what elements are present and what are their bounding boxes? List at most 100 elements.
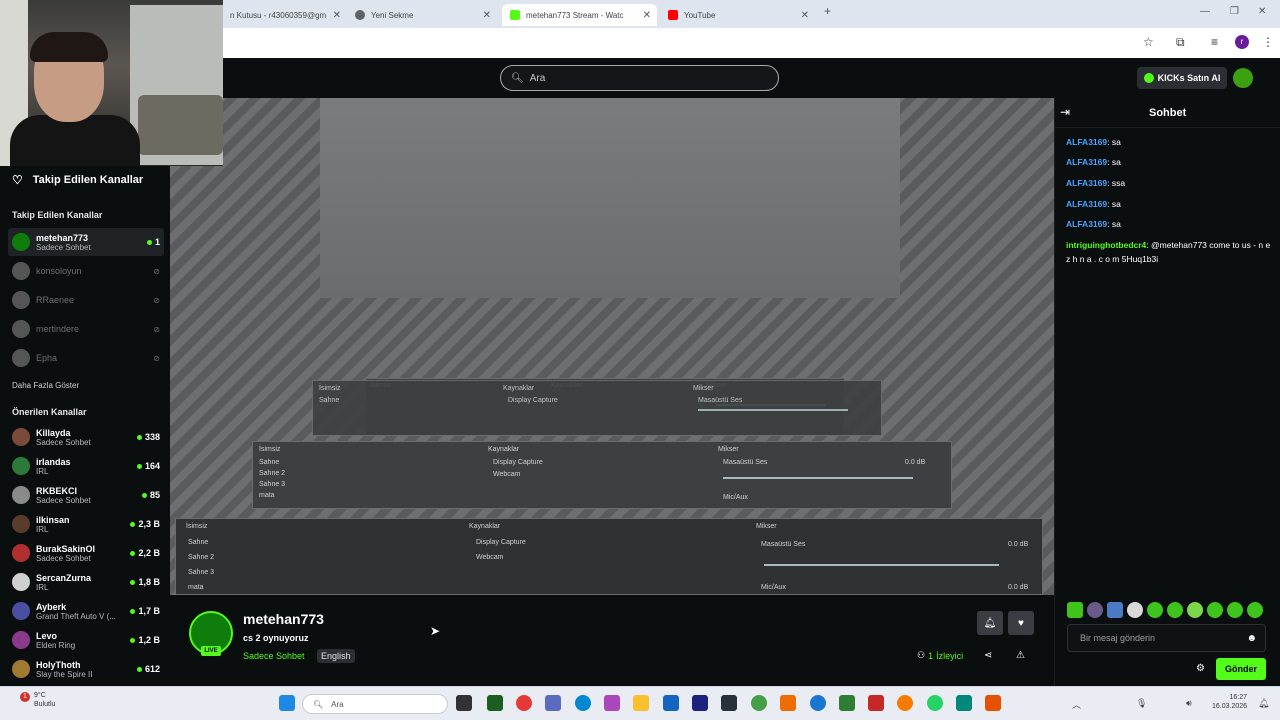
chat-username[interactable]: ALFA3169 <box>1066 199 1107 209</box>
emote-icon[interactable] <box>1067 602 1083 618</box>
windows-start-icon[interactable] <box>279 695 295 711</box>
avatar <box>12 486 30 504</box>
file-explorer-icon[interactable] <box>633 695 649 711</box>
taskbar-search[interactable]: 🔍︎ Ara <box>302 694 448 714</box>
firefox-icon[interactable] <box>897 695 913 711</box>
steam-icon[interactable] <box>692 695 708 711</box>
close-icon[interactable]: ✕ <box>333 10 341 21</box>
emote-icon[interactable] <box>1147 602 1163 618</box>
teams-icon[interactable] <box>545 695 561 711</box>
volume-icon[interactable]: 🔊︎ <box>1186 698 1192 709</box>
mic-icon[interactable]: 🎙︎ <box>1136 698 1147 709</box>
share-icon[interactable]: ⋖ <box>984 650 992 661</box>
live-badge: LIVE <box>201 646 221 656</box>
star-icon[interactable]: ☆ <box>1143 35 1154 49</box>
tab-kick-stream[interactable]: metehan773 Stream - Watc ✕ <box>502 4 657 26</box>
search-input[interactable]: 🔍︎ Ara <box>500 65 779 91</box>
report-icon[interactable]: ⚠ <box>1016 650 1025 661</box>
recommended-channel[interactable]: SercanZurna IRL 1,8 B <box>8 568 164 596</box>
taskbar-clock[interactable]: 16:27 16.03.2026 <box>1212 693 1247 711</box>
stream-category[interactable]: Sadece Sohbet <box>243 651 305 661</box>
copilot-icon[interactable] <box>604 695 620 711</box>
emote-icon[interactable] <box>1227 602 1243 618</box>
tab-new[interactable]: Yeni Sekme ✕ <box>347 4 497 26</box>
chat-username[interactable]: ALFA3169 <box>1066 219 1107 229</box>
opera-icon[interactable] <box>516 695 532 711</box>
emote-icon[interactable] <box>1167 602 1183 618</box>
facebook-icon[interactable] <box>810 695 826 711</box>
show-more-link[interactable]: Daha Fazla Göster <box>12 381 79 390</box>
close-window-icon[interactable]: ✕ <box>1258 6 1266 17</box>
app-icon[interactable] <box>487 695 503 711</box>
collapse-chat-icon[interactable]: ⇥ <box>1060 105 1070 119</box>
video-player[interactable]: İsimsiz Kaynaklar Mikser İsimsiz Kaynakl… <box>170 98 1054 595</box>
close-icon[interactable]: ✕ <box>643 10 651 21</box>
emote-icon[interactable] <box>1187 602 1203 618</box>
app-icon[interactable] <box>956 695 972 711</box>
new-tab-button[interactable]: + <box>824 4 831 18</box>
app-icon[interactable] <box>839 695 855 711</box>
followed-channel[interactable]: Epha ⊘ <box>8 344 164 372</box>
notification-badge[interactable]: 1 <box>20 692 30 702</box>
tab-mail[interactable]: n Kutusu - r43060359@gm ✕ <box>222 4 347 26</box>
close-icon[interactable]: ✕ <box>483 10 491 21</box>
recommended-channel[interactable]: BurakSakinOl Sadece Sohbet 2,2 B <box>8 539 164 567</box>
user-avatar[interactable] <box>1233 68 1253 88</box>
chat-username[interactable]: ALFA3169 <box>1066 157 1107 167</box>
recommended-channel[interactable]: irlandas IRL 164 <box>8 452 164 480</box>
recommended-channel[interactable]: ilkinsan IRL 2,3 B <box>8 510 164 538</box>
kicks-icon <box>1143 73 1154 83</box>
followed-channel[interactable]: konsoloyun ⊘ <box>8 257 164 285</box>
close-icon[interactable]: ✕ <box>801 10 809 21</box>
edge-icon[interactable] <box>575 695 591 711</box>
channel-name: Levo <box>36 630 58 641</box>
gear-icon[interactable]: ⚙ <box>1196 663 1205 674</box>
notification-bell-icon[interactable]: 🔔︎ <box>977 611 1003 635</box>
chat-username[interactable]: ALFA3169 <box>1066 137 1107 147</box>
language-tag[interactable]: English <box>317 649 355 663</box>
weather-widget[interactable]: 9°C Bulutlu <box>34 691 55 709</box>
chrome-icon[interactable] <box>751 695 767 711</box>
tab-youtube[interactable]: YouTube ✕ <box>660 4 815 26</box>
emote-icon[interactable] <box>1207 602 1223 618</box>
menu-icon[interactable]: ⋮ <box>1262 35 1274 49</box>
maximize-icon[interactable]: ❐ <box>1230 6 1239 17</box>
channel-name: HolyThoth <box>36 659 81 670</box>
emoji-icon[interactable]: ☻ <box>1246 633 1257 644</box>
buy-kicks-button[interactable]: KICKs Satın Al <box>1137 67 1227 89</box>
emote-icon[interactable] <box>1087 602 1103 618</box>
media-icon[interactable]: ≡ <box>1211 35 1218 49</box>
recommended-channel[interactable]: HolyThoth Slay the Spire II 612 <box>8 655 164 683</box>
streamer-name[interactable]: metehan773 <box>243 611 324 627</box>
followed-channel[interactable]: metehan773 Sadece Sohbet 1 <box>8 228 164 256</box>
emote-icon[interactable] <box>1127 602 1143 618</box>
app-icon[interactable] <box>868 695 884 711</box>
followed-channel[interactable]: RRaenee ⊘ <box>8 286 164 314</box>
emote-icon[interactable] <box>1107 602 1123 618</box>
chat-username[interactable]: intriguinghotbedcr4 <box>1066 240 1146 250</box>
channel-name: irlandas <box>36 456 71 467</box>
app-icon[interactable] <box>985 695 1001 711</box>
whatsapp-icon[interactable] <box>927 695 943 711</box>
send-button[interactable]: Gönder <box>1216 658 1266 680</box>
followed-channel[interactable]: mertindere ⊘ <box>8 315 164 343</box>
store-icon[interactable] <box>663 695 679 711</box>
task-view-icon[interactable] <box>456 695 472 711</box>
app-icon[interactable] <box>721 695 737 711</box>
follow-heart-icon[interactable]: ♥ <box>1008 611 1034 635</box>
notification-bell-icon[interactable]: 🔔︎ <box>1258 698 1269 709</box>
chat-input[interactable]: Bir mesaj gönderin ☻ <box>1067 624 1266 652</box>
app-icon[interactable] <box>780 695 796 711</box>
emote-icon[interactable] <box>1247 602 1263 618</box>
chat-username[interactable]: ALFA3169 <box>1066 178 1107 188</box>
tray-chevron-icon[interactable]: ︿ <box>1072 698 1081 711</box>
recommended-channel[interactable]: Killayda Sadece Sohbet 338 <box>8 423 164 451</box>
recommended-channel[interactable]: Ayberk Grand Theft Auto V (... 1,7 B <box>8 597 164 625</box>
recommended-channel[interactable]: Levo Elden Ring 1,2 B <box>8 626 164 654</box>
profile-avatar[interactable]: r <box>1235 35 1249 49</box>
followed-heading[interactable]: ♡ Takip Edilen Kanallar <box>12 173 143 187</box>
channel-category: Sadece Sohbet <box>36 437 91 447</box>
extensions-icon[interactable]: ⧉ <box>1176 35 1185 50</box>
minimize-icon[interactable]: — <box>1200 6 1210 17</box>
recommended-channel[interactable]: RKBEKCI Sadece Sohbet 85 <box>8 481 164 509</box>
